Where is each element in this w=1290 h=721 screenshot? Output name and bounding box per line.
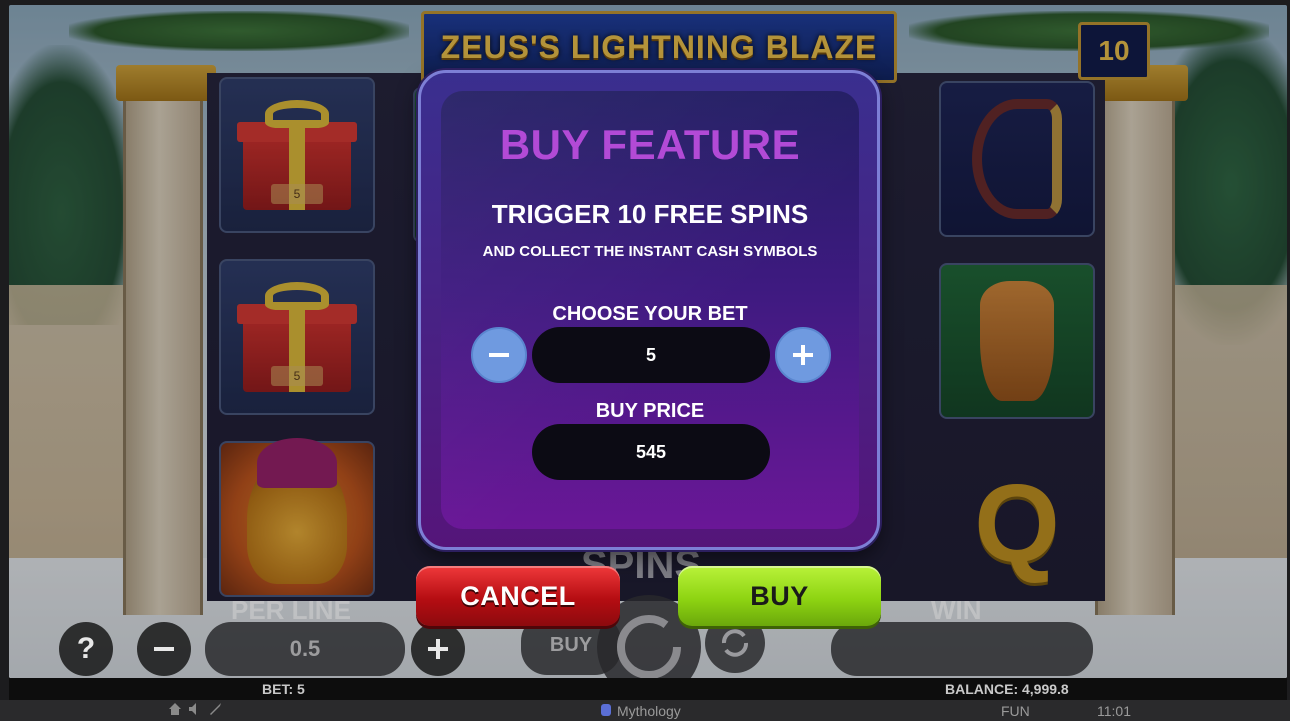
sound-icon[interactable] xyxy=(188,702,202,719)
info-bar: BET: 5 BALANCE: 4,999.8 xyxy=(9,678,1287,700)
settings-icon[interactable] xyxy=(208,702,222,719)
modal-subdescription: AND COLLECT THE INSTANT CASH SYMBOLS xyxy=(482,243,818,260)
balance-display: BALANCE: 4,999.8 xyxy=(945,681,1069,697)
minus-icon xyxy=(154,647,174,651)
clock: 11:01 xyxy=(1097,703,1131,719)
increase-bet-button[interactable] xyxy=(775,327,831,383)
modal-description: TRIGGER 10 FREE SPINS xyxy=(491,199,809,229)
plus-icon xyxy=(793,345,813,365)
footer-bar: Mythology FUN 11:01 xyxy=(0,700,1290,721)
per-line-value: 0.5 xyxy=(205,622,405,676)
bet-label: CHOOSE YOUR BET xyxy=(552,303,748,325)
brand-name: Mythology xyxy=(617,703,681,719)
increase-per-line-button[interactable] xyxy=(411,622,465,676)
help-button[interactable]: ? xyxy=(59,622,113,676)
decrease-bet-button[interactable] xyxy=(471,327,527,383)
decrease-per-line-button[interactable] xyxy=(137,622,191,676)
price-label: BUY PRICE xyxy=(595,400,705,422)
minus-icon xyxy=(489,353,509,357)
modal-title: BUY FEATURE xyxy=(499,121,801,168)
autoplay-icon xyxy=(722,629,748,657)
plus-icon xyxy=(428,639,448,659)
bet-value: 5 xyxy=(532,327,770,383)
spin-icon xyxy=(617,615,681,678)
win-value-field xyxy=(831,622,1093,676)
game-mode: FUN xyxy=(1001,703,1030,719)
cancel-button[interactable]: CANCEL xyxy=(416,566,620,626)
buy-button[interactable]: BUY xyxy=(678,566,881,626)
modal-panel: BUY FEATURE TRIGGER 10 FREE SPINS AND CO… xyxy=(441,91,859,529)
home-icon[interactable] xyxy=(168,702,182,719)
price-value: 545 xyxy=(532,424,770,480)
buy-feature-modal: BUY FEATURE TRIGGER 10 FREE SPINS AND CO… xyxy=(418,70,880,550)
bet-display: BET: 5 xyxy=(262,681,305,697)
brand-icon xyxy=(600,703,612,720)
